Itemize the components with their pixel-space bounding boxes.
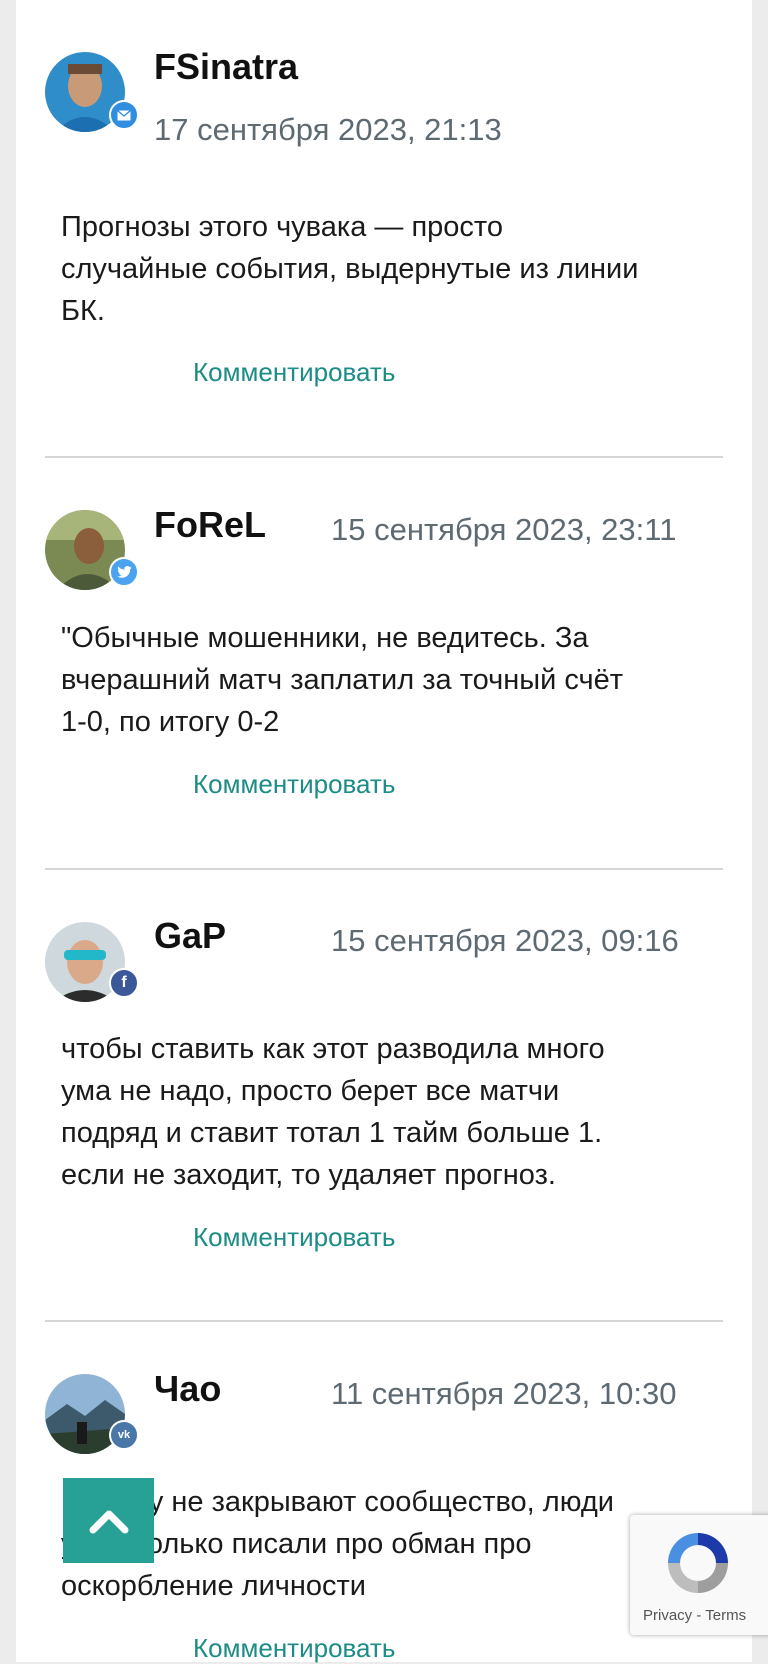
divider xyxy=(45,1320,723,1322)
comment-author: FSinatra xyxy=(154,46,299,87)
recaptcha-terms-link[interactable]: Terms xyxy=(705,1607,746,1624)
chevron-up-icon xyxy=(89,1510,128,1533)
comment-text: "Обычные мошенники, не ведитесь. За вчер… xyxy=(61,622,624,738)
comment-reply-link[interactable]: Комментировать xyxy=(193,769,395,800)
comment-author: GaP xyxy=(154,915,227,956)
comment-date: 11 сентября 2023, 10:30 xyxy=(331,1376,677,1411)
recaptcha-icon xyxy=(660,1525,736,1606)
comment-author: Чао xyxy=(154,1368,222,1409)
comments-page: FSinatra 17 сентября 2023, 21:13 Прогноз… xyxy=(16,0,752,1664)
comment-reply-link[interactable]: Комментировать xyxy=(193,1633,395,1664)
comment-reply-link[interactable]: Комментировать xyxy=(193,357,395,388)
scroll-to-top-button[interactable] xyxy=(63,1478,154,1563)
comment-reply-link[interactable]: Комментировать xyxy=(193,1222,395,1253)
comment-date: 17 сентября 2023, 21:13 xyxy=(154,112,502,147)
comment-text: Почему не закрывают сообщество, люди уже… xyxy=(61,1486,614,1602)
mail-icon xyxy=(109,100,139,130)
divider xyxy=(45,868,723,870)
recaptcha-links: Privacy - Terms xyxy=(643,1607,747,1624)
comment-text: чтобы ставить как этот разводила много у… xyxy=(61,1033,605,1191)
twitter-icon xyxy=(109,557,139,587)
recaptcha-privacy-link[interactable]: Privacy xyxy=(643,1607,692,1624)
vk-icon: vk xyxy=(109,1420,139,1450)
recaptcha-badge[interactable]: Privacy - Terms xyxy=(630,1515,768,1635)
comment-text: Прогнозы этого чувака — просто случайные… xyxy=(61,211,639,327)
comment-author: FoReL xyxy=(154,504,266,545)
divider xyxy=(45,456,723,458)
comment-date: 15 сентября 2023, 23:11 xyxy=(331,512,677,547)
comment-date: 15 сентября 2023, 09:16 xyxy=(331,923,679,958)
facebook-icon: f xyxy=(109,968,139,998)
